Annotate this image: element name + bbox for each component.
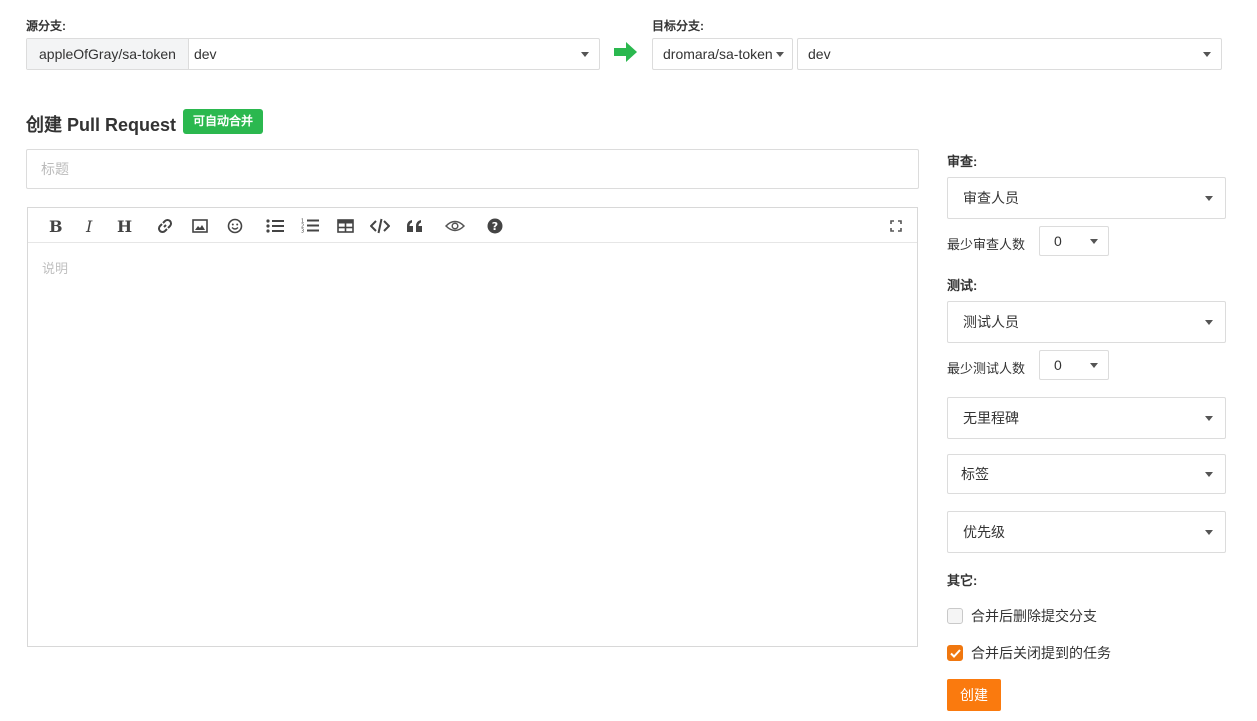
mergeable-badge: 可自动合并: [183, 109, 264, 134]
checkmark-icon: [949, 648, 961, 658]
priority-select[interactable]: 优先级: [947, 511, 1226, 553]
chevron-down-icon: [1080, 227, 1108, 255]
reviewers-select-value: 审查人员: [963, 190, 1019, 206]
svg-text:B: B: [49, 218, 62, 234]
chevron-down-icon: [571, 39, 599, 69]
min-reviewers-select[interactable]: 0: [1039, 226, 1109, 256]
min-testers-select[interactable]: 0: [1039, 350, 1109, 380]
chevron-down-icon: [1193, 512, 1225, 552]
image-icon[interactable]: [187, 208, 213, 243]
min-testers-value: 0: [1054, 357, 1062, 373]
svg-text:H: H: [117, 218, 132, 234]
arrow-right-icon: [614, 42, 637, 62]
table-icon[interactable]: [332, 208, 358, 243]
editor-toolbar: B I H 123 ?: [28, 208, 917, 243]
heading-icon[interactable]: H: [112, 208, 138, 243]
ordered-list-icon[interactable]: 123: [297, 208, 323, 243]
other-label: 其它:: [947, 573, 978, 588]
min-reviewers-label: 最少审查人数: [947, 237, 1026, 252]
chevron-down-icon: [1193, 398, 1225, 438]
priority-select-value: 优先级: [963, 524, 1005, 540]
chevron-down-icon: [1193, 302, 1225, 342]
target-branch-selector[interactable]: dev: [797, 38, 1222, 70]
chevron-down-icon: [776, 51, 784, 57]
bold-icon[interactable]: B: [42, 208, 68, 243]
delete-branch-label: 合并后删除提交分支: [971, 608, 1097, 624]
min-reviewers-value: 0: [1054, 233, 1062, 249]
unordered-list-icon[interactable]: [262, 208, 288, 243]
svg-text:3: 3: [301, 229, 304, 234]
review-label: 审查:: [947, 154, 978, 169]
quote-icon[interactable]: [402, 208, 428, 243]
svg-text:?: ?: [492, 220, 498, 233]
reviewers-select[interactable]: 审查人员: [947, 177, 1226, 219]
preview-eye-icon[interactable]: [442, 208, 468, 243]
test-label: 测试:: [947, 278, 978, 293]
chevron-down-icon: [1193, 455, 1225, 493]
target-repo-name: dromara/sa-token: [663, 46, 773, 62]
source-branch-label: 源分支:: [26, 19, 66, 33]
svg-text:I: I: [85, 218, 93, 234]
milestone-select[interactable]: 无里程碑: [947, 397, 1226, 439]
target-branch-value: dev: [808, 46, 831, 62]
chevron-down-icon: [1193, 39, 1221, 69]
milestone-select-value: 无里程碑: [963, 410, 1019, 426]
close-issues-label: 合并后关闭提到的任务: [971, 645, 1111, 661]
target-branch-label: 目标分支:: [652, 19, 704, 33]
testers-select-value: 测试人员: [963, 314, 1019, 330]
fullscreen-icon[interactable]: [883, 208, 909, 243]
emoji-icon[interactable]: [222, 208, 248, 243]
title-input[interactable]: [26, 149, 919, 189]
code-icon[interactable]: [367, 208, 393, 243]
source-branch-value: dev: [193, 46, 217, 62]
page-title: 创建 Pull Request: [26, 115, 177, 135]
chevron-down-icon: [1193, 178, 1225, 218]
delete-branch-option[interactable]: 合并后删除提交分支: [947, 606, 1097, 626]
help-icon[interactable]: ?: [482, 208, 508, 243]
close-issues-option[interactable]: 合并后关闭提到的任务: [947, 643, 1111, 663]
min-testers-label: 最少测试人数: [947, 361, 1026, 376]
close-issues-checkbox[interactable]: [947, 645, 963, 661]
source-repo-name: appleOfGray/sa-token: [27, 39, 189, 69]
link-icon[interactable]: [152, 208, 178, 243]
delete-branch-checkbox[interactable]: [947, 608, 963, 624]
target-repo-selector[interactable]: dromara/sa-token: [652, 38, 793, 70]
labels-select-value: 标签: [961, 466, 989, 482]
source-branch-selector[interactable]: appleOfGray/sa-token dev: [26, 38, 600, 70]
labels-select[interactable]: 标签: [947, 454, 1226, 494]
description-textarea[interactable]: [28, 244, 917, 646]
italic-icon[interactable]: I: [77, 208, 103, 243]
markdown-editor: B I H 123 ? 说明: [27, 207, 918, 647]
create-button[interactable]: 创建: [947, 679, 1001, 711]
testers-select[interactable]: 测试人员: [947, 301, 1226, 343]
chevron-down-icon: [1080, 351, 1108, 379]
